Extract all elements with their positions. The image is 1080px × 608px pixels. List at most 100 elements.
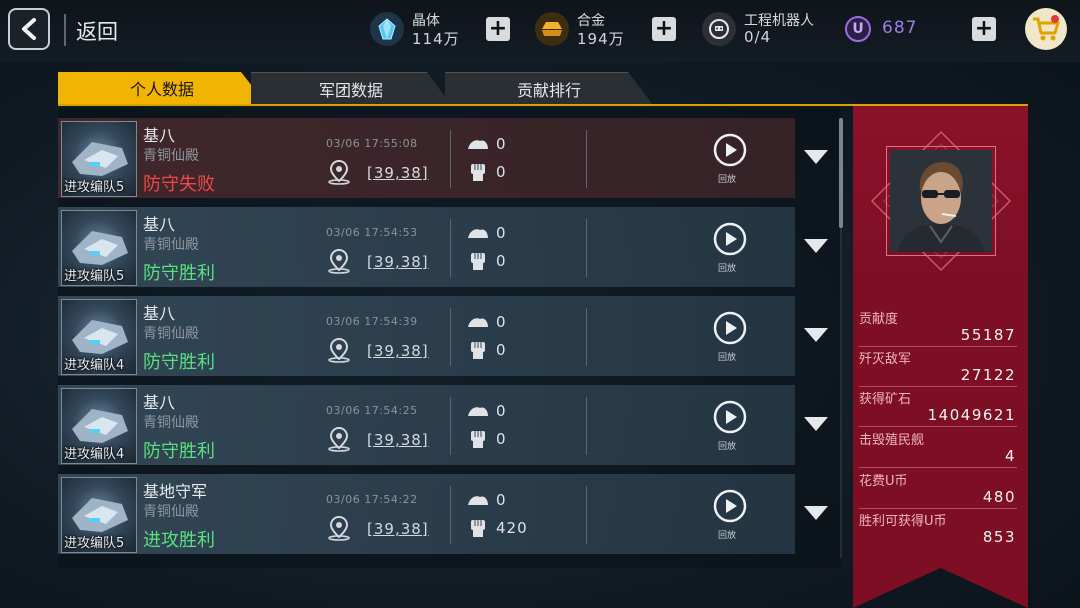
coordinate-link[interactable]: [39,38] — [367, 431, 429, 449]
opponent-name: 基地守军 — [143, 482, 208, 501]
stat-label-kills: 歼灭敌军 — [859, 352, 912, 367]
replay-label[interactable]: 回放 — [718, 528, 736, 541]
server-name: 青铜仙殿 — [143, 504, 199, 520]
loss-value: 0 — [496, 402, 506, 420]
stat-value-contribution: 55187 — [960, 326, 1016, 344]
kill-value: 0 — [496, 430, 507, 448]
resource-alloy: 合金 194万 — [535, 6, 645, 54]
replay-label[interactable]: 回放 — [718, 261, 736, 274]
battle-result: 防守胜利 — [143, 263, 215, 284]
team-label: 进攻编队5 — [64, 180, 125, 195]
team-label: 进攻编队5 — [64, 269, 125, 284]
divider — [450, 397, 451, 455]
add-alloy-button[interactable]: + — [652, 17, 676, 41]
replay-button[interactable] — [713, 133, 747, 167]
resource-crystal: 晶体 114万 — [370, 6, 480, 54]
stat-value-ucoin-reward: 853 — [982, 528, 1016, 546]
add-crystal-button[interactable]: + — [486, 17, 510, 41]
divider — [859, 346, 1017, 347]
resource-name: 合金 — [577, 13, 605, 29]
coordinate-link[interactable]: [39,38] — [367, 520, 429, 538]
fist-icon — [471, 342, 485, 359]
replay-button[interactable] — [713, 489, 747, 523]
back-button[interactable] — [8, 8, 50, 50]
kill-value: 0 — [496, 341, 507, 359]
crystal-icon — [370, 12, 404, 46]
battle-row[interactable]: 进攻编队4 基八 青铜仙殿 防守胜利 03/06 17:54:25 [39,38… — [58, 385, 828, 465]
loss-icon — [468, 318, 488, 327]
expand-arrow-icon[interactable] — [804, 328, 828, 342]
expand-arrow-icon[interactable] — [804, 150, 828, 164]
ucoin-value: 687 — [882, 18, 918, 38]
divider — [586, 130, 587, 188]
loss-value: 0 — [496, 491, 506, 509]
stat-label-ucoin-reward: 胜利可获得U币 — [859, 514, 947, 529]
server-name: 青铜仙殿 — [143, 415, 199, 431]
scrollbar[interactable] — [839, 118, 843, 228]
expand-arrow-icon[interactable] — [804, 417, 828, 431]
loss-value: 0 — [496, 135, 506, 153]
shop-cart-button[interactable] — [1025, 8, 1067, 50]
battle-row[interactable]: 进攻编队4 基八 青铜仙殿 防守胜利 03/06 17:54:39 [39,38… — [58, 296, 828, 376]
coordinate-link[interactable]: [39,38] — [367, 253, 429, 271]
stat-value-ucoin-spent: 480 — [982, 488, 1016, 506]
resource-name: 工程机器人 — [744, 13, 814, 29]
battle-time: 03/06 17:54:25 — [326, 404, 418, 417]
coordinate-link[interactable]: [39,38] — [367, 164, 429, 182]
replay-button[interactable] — [713, 222, 747, 256]
ucoin-icon: U — [845, 16, 871, 42]
fleet-thumbnail: 进攻编队5 — [61, 121, 137, 197]
location-pin-icon — [328, 426, 350, 452]
tab-contribution-rank[interactable]: 贡献排行 — [445, 72, 653, 105]
back-label[interactable]: 返回 — [76, 16, 118, 46]
plus-icon: + — [654, 16, 674, 41]
expand-arrow-icon[interactable] — [804, 506, 828, 520]
plus-icon: + — [488, 16, 508, 41]
battle-row[interactable]: 进攻编队5 基地守军 青铜仙殿 进攻胜利 03/06 17:54:22 [39,… — [58, 474, 828, 554]
top-bar: 返回 晶体 114万 + 合金 194万 + 工程机器人 0/4 U 687 + — [0, 0, 1080, 62]
fist-icon — [471, 520, 485, 537]
divider — [859, 426, 1017, 427]
location-pin-icon — [328, 337, 350, 363]
stat-label-ucoin-spent: 花费U币 — [859, 474, 908, 489]
fleet-thumbnail: 进攻编队5 — [61, 477, 137, 553]
replay-button[interactable] — [713, 311, 747, 345]
divider — [64, 14, 66, 46]
expand-arrow-icon[interactable] — [804, 239, 828, 253]
server-name: 青铜仙殿 — [143, 237, 199, 253]
replay-button[interactable] — [713, 400, 747, 434]
fist-icon — [471, 253, 485, 270]
divider — [450, 308, 451, 366]
replay-label[interactable]: 回放 — [718, 439, 736, 452]
alloy-icon — [535, 12, 569, 46]
add-ucoin-button[interactable]: + — [972, 17, 996, 41]
team-label: 进攻编队5 — [64, 536, 125, 551]
opponent-name: 基八 — [143, 304, 176, 323]
stat-label-colony-ships: 击毁殖民舰 — [859, 433, 925, 448]
stat-value-kills: 27122 — [960, 366, 1016, 384]
resource-name: 晶体 — [412, 13, 440, 29]
fist-icon — [471, 431, 485, 448]
kill-value: 0 — [496, 252, 507, 270]
battle-result: 防守失败 — [143, 174, 215, 195]
opponent-name: 基八 — [143, 215, 176, 234]
replay-label[interactable]: 回放 — [718, 172, 736, 185]
kill-value: 420 — [496, 519, 528, 537]
battle-row[interactable]: 进攻编队5 基八 青铜仙殿 防守失败 03/06 17:55:08 [39,38… — [58, 118, 828, 198]
tab-underline — [58, 104, 1028, 106]
resource-value: 194万 — [577, 30, 625, 48]
battle-time: 03/06 17:54:53 — [326, 226, 418, 239]
fleet-thumbnail: 进攻编队5 — [61, 210, 137, 286]
coordinate-link[interactable]: [39,38] — [367, 342, 429, 360]
resource-value: 0/4 — [744, 28, 772, 46]
robot-icon — [702, 12, 736, 46]
battle-result: 进攻胜利 — [143, 530, 215, 551]
commander-avatar[interactable] — [890, 150, 992, 252]
stat-label-contribution: 贡献度 — [859, 312, 899, 327]
battle-row[interactable]: 进攻编队5 基八 青铜仙殿 防守胜利 03/06 17:54:53 [39,38… — [58, 207, 828, 287]
tab-personal-data[interactable]: 个人数据 — [58, 72, 266, 104]
divider — [450, 486, 451, 544]
replay-label[interactable]: 回放 — [718, 350, 736, 363]
stat-value-ore: 14049621 — [927, 406, 1016, 424]
tab-legion-data[interactable]: 军团数据 — [251, 72, 451, 105]
